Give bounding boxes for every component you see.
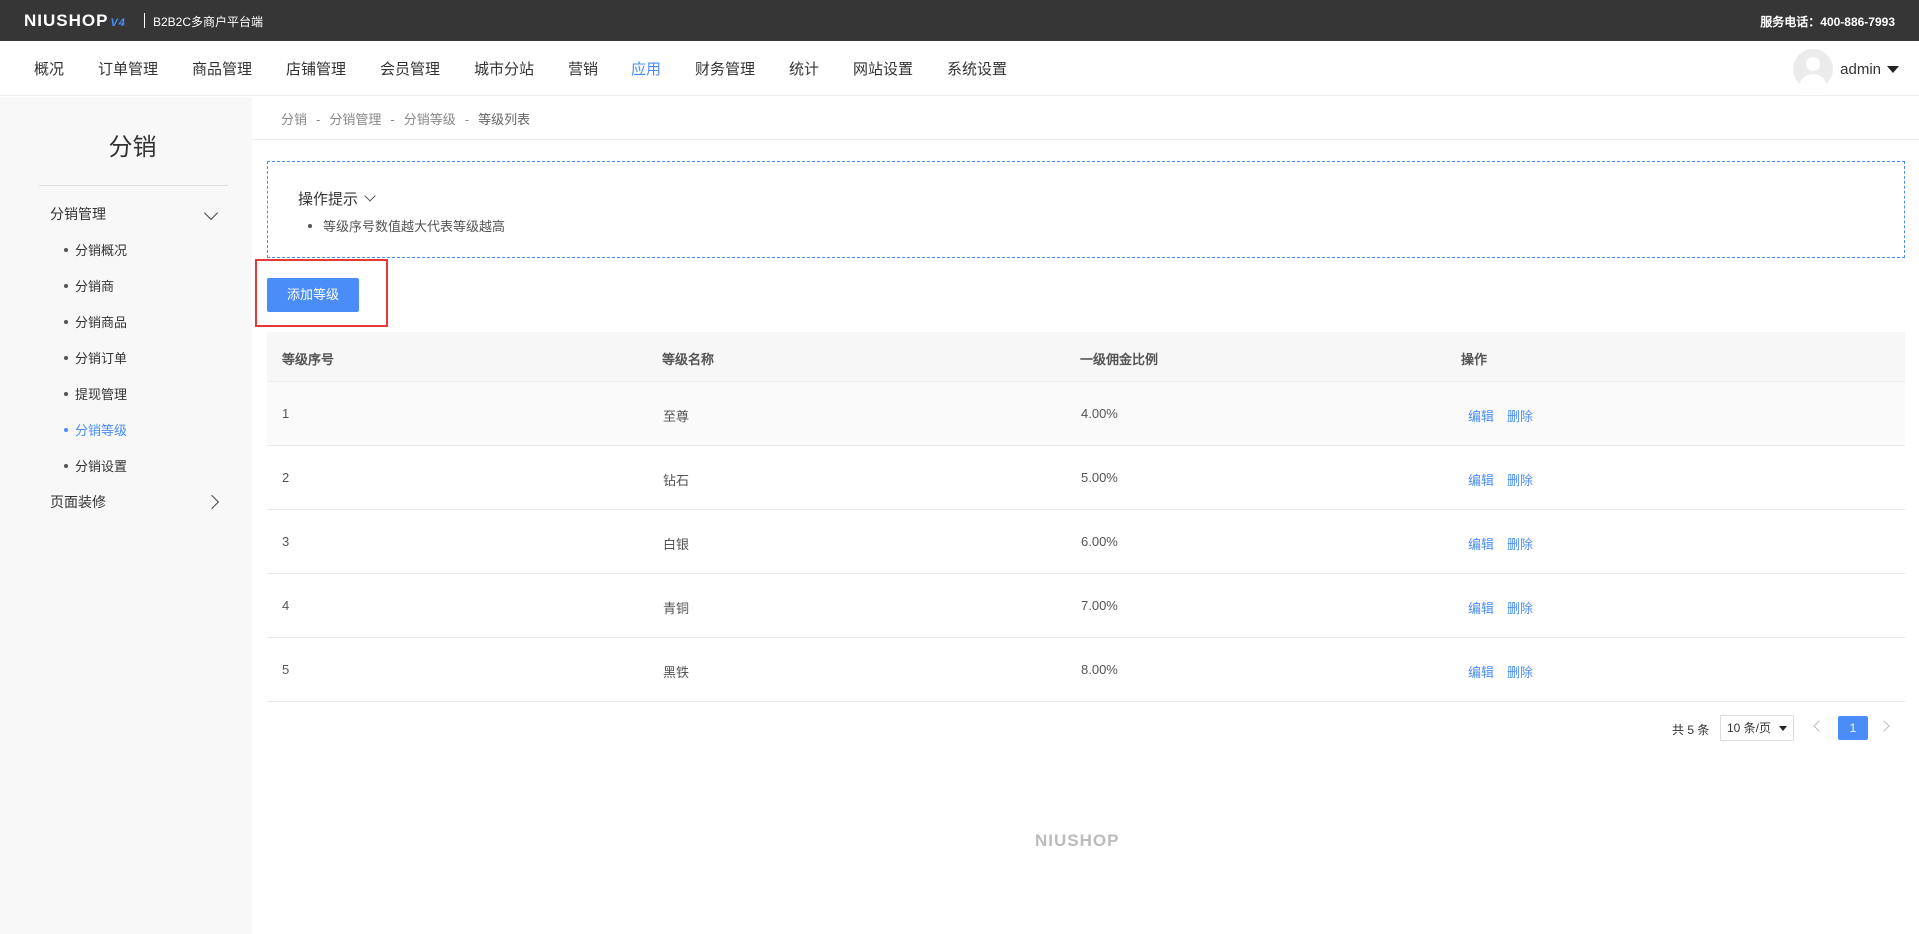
cell-commission: 4.00% bbox=[1081, 406, 1118, 421]
column-header-level-name: 等级名称 bbox=[662, 352, 715, 367]
footer-logo: NIUSHOP bbox=[1035, 831, 1120, 850]
nav-item-finance[interactable]: 财务管理 bbox=[695, 58, 755, 79]
cell-level-no: 4 bbox=[282, 598, 290, 613]
pagination-total: 共 5 条 bbox=[1672, 723, 1710, 737]
sidebar-item-distributors[interactable]: 分销商 bbox=[64, 276, 114, 295]
add-level-button[interactable]: 添加等级 bbox=[267, 278, 359, 312]
breadcrumb-divider bbox=[252, 139, 1919, 140]
bullet-icon bbox=[64, 355, 68, 360]
sidebar-item-orders[interactable]: 分销订单 bbox=[64, 348, 127, 367]
cell-level-no: 3 bbox=[282, 534, 290, 549]
avatar[interactable] bbox=[1793, 49, 1834, 89]
bullet-icon bbox=[64, 427, 68, 432]
nav-item-orders[interactable]: 订单管理 bbox=[98, 58, 158, 79]
table-row: 1 至尊 4.00% 编辑 删除 bbox=[267, 382, 1905, 446]
edit-link[interactable]: 编辑 bbox=[1468, 470, 1494, 489]
sidebar-item-settings[interactable]: 分销设置 bbox=[64, 456, 127, 475]
breadcrumb-item[interactable]: 分销 bbox=[281, 112, 307, 127]
nav-item-site-settings[interactable]: 网站设置 bbox=[853, 58, 913, 79]
delete-link[interactable]: 删除 bbox=[1507, 406, 1533, 425]
edit-link[interactable]: 编辑 bbox=[1468, 534, 1494, 553]
column-header-commission: 一级佣金比例 bbox=[1080, 352, 1159, 367]
sidebar-group-page-decoration[interactable]: 页面装修 bbox=[50, 492, 106, 512]
bullet-icon bbox=[64, 391, 68, 396]
sidebar-divider bbox=[39, 185, 228, 186]
table-row: 3 白银 6.00% 编辑 删除 bbox=[267, 510, 1905, 574]
edit-link[interactable]: 编辑 bbox=[1468, 598, 1494, 617]
bullet-icon bbox=[308, 223, 312, 228]
niushop-logo[interactable]: NIUSHOP V4 bbox=[24, 11, 126, 31]
sidebar-item-overview[interactable]: 分销概况 bbox=[64, 240, 127, 259]
breadcrumb: 分销 - 分销管理 - 分销等级 - 等级列表 bbox=[281, 112, 531, 127]
tips-title[interactable]: 操作提示 bbox=[298, 188, 376, 209]
nav-item-overview[interactable]: 概况 bbox=[34, 58, 64, 79]
edit-link[interactable]: 编辑 bbox=[1468, 662, 1494, 681]
nav-item-shops[interactable]: 店铺管理 bbox=[286, 58, 346, 79]
delete-link[interactable]: 删除 bbox=[1507, 598, 1533, 617]
column-header-actions: 操作 bbox=[1461, 352, 1488, 367]
main-nav: 概况 订单管理 商品管理 店铺管理 会员管理 城市分站 营销 应用 财务管理 统… bbox=[0, 41, 1919, 96]
chevron-down-icon[interactable] bbox=[364, 190, 376, 202]
delete-link[interactable]: 删除 bbox=[1507, 470, 1533, 489]
cell-level-name: 青铜 bbox=[663, 601, 690, 616]
cell-level-name: 至尊 bbox=[663, 409, 690, 424]
delete-link[interactable]: 删除 bbox=[1507, 662, 1533, 681]
sidebar-item-levels[interactable]: 分销等级 bbox=[64, 420, 127, 439]
column-header-level-no: 等级序号 bbox=[282, 352, 335, 367]
cell-commission: 6.00% bbox=[1081, 534, 1118, 549]
edit-link[interactable]: 编辑 bbox=[1468, 406, 1494, 425]
page-button-current[interactable]: 1 bbox=[1838, 716, 1868, 740]
table-header: 等级序号 等级名称 一级佣金比例 操作 bbox=[267, 332, 1905, 382]
nav-item-apps[interactable]: 应用 bbox=[631, 58, 661, 79]
breadcrumb-current: 等级列表 bbox=[478, 112, 531, 127]
caret-down-icon[interactable] bbox=[1887, 65, 1899, 73]
sidebar-title: 分销 bbox=[108, 134, 157, 161]
table-row: 5 黑铁 8.00% 编辑 删除 bbox=[267, 638, 1905, 702]
sidebar-item-withdrawals[interactable]: 提现管理 bbox=[64, 384, 127, 403]
cell-level-name: 钻石 bbox=[663, 473, 690, 488]
sidebar-group-distribution[interactable]: 分销管理 bbox=[50, 204, 106, 224]
level-table: 等级序号 等级名称 一级佣金比例 操作 1 至尊 4.00% 编辑 删除 2 钻… bbox=[267, 332, 1905, 702]
chevron-down-icon[interactable] bbox=[203, 205, 219, 221]
user-menu[interactable]: admin bbox=[1793, 49, 1899, 89]
bullet-icon bbox=[64, 283, 68, 288]
next-page-icon[interactable] bbox=[1878, 720, 1890, 732]
tips-item: 等级序号数值越大代表等级越高 bbox=[308, 216, 505, 235]
operation-tips: 操作提示 等级序号数值越大代表等级越高 bbox=[267, 161, 1905, 258]
cell-commission: 5.00% bbox=[1081, 470, 1118, 485]
chevron-right-icon[interactable] bbox=[204, 494, 220, 510]
sidebar: 分销 分销管理 分销概况 分销商 分销商品 分销订单 提现管理 分销等级 分销设… bbox=[0, 97, 252, 934]
bullet-icon bbox=[64, 247, 68, 252]
cell-level-name: 白银 bbox=[663, 537, 690, 552]
service-phone: 服务电话：400-886-7993 bbox=[1760, 15, 1895, 29]
platform-subtitle: B2B2C多商户平台端 bbox=[153, 15, 264, 29]
nav-item-system-settings[interactable]: 系统设置 bbox=[947, 58, 1007, 79]
cell-commission: 7.00% bbox=[1081, 598, 1118, 613]
cell-level-no: 2 bbox=[282, 470, 290, 485]
sidebar-item-goods[interactable]: 分销商品 bbox=[64, 312, 127, 331]
prev-page-icon[interactable] bbox=[1813, 720, 1825, 732]
nav-item-city-station[interactable]: 城市分站 bbox=[474, 58, 534, 79]
table-row: 4 青铜 7.00% 编辑 删除 bbox=[267, 574, 1905, 638]
table-row: 2 钻石 5.00% 编辑 删除 bbox=[267, 446, 1905, 510]
bullet-icon bbox=[64, 463, 68, 468]
user-name[interactable]: admin bbox=[1840, 61, 1881, 78]
cell-level-name: 黑铁 bbox=[663, 665, 690, 680]
page-size-select[interactable]: 10 条/页 bbox=[1720, 715, 1794, 741]
breadcrumb-item[interactable]: 分销管理 bbox=[329, 112, 381, 127]
cell-level-no: 1 bbox=[282, 406, 290, 421]
nav-item-marketing[interactable]: 营销 bbox=[568, 58, 598, 79]
nav-item-statistics[interactable]: 统计 bbox=[789, 58, 819, 79]
cell-commission: 8.00% bbox=[1081, 662, 1118, 677]
breadcrumb-item[interactable]: 分销等级 bbox=[404, 112, 456, 127]
logo-divider bbox=[144, 13, 145, 28]
nav-item-members[interactable]: 会员管理 bbox=[380, 58, 440, 79]
bullet-icon bbox=[64, 319, 68, 324]
top-bar: NIUSHOP V4 B2B2C多商户平台端 服务电话：400-886-7993 bbox=[0, 0, 1919, 41]
caret-down-icon[interactable] bbox=[1779, 726, 1787, 731]
cell-level-no: 5 bbox=[282, 662, 290, 677]
delete-link[interactable]: 删除 bbox=[1507, 534, 1533, 553]
nav-item-goods[interactable]: 商品管理 bbox=[192, 58, 252, 79]
